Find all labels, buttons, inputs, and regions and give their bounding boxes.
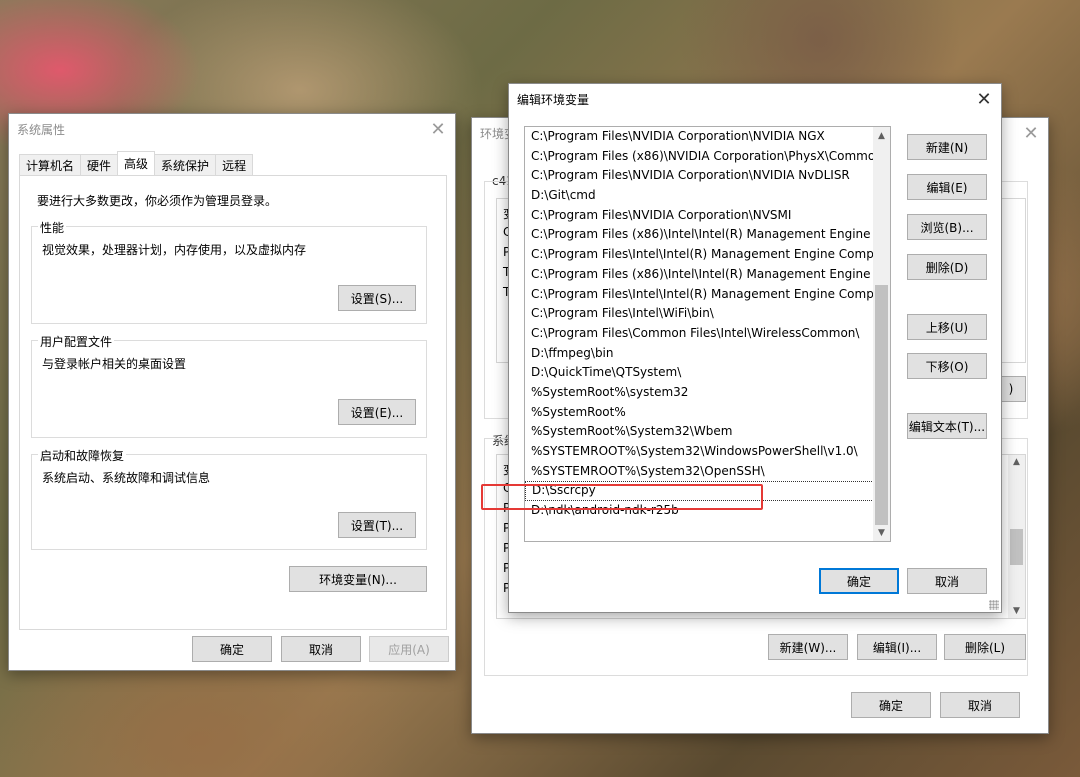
path-list-item[interactable]: C:\Program Files\NVIDIA Corporation\NVID…: [525, 166, 874, 186]
window-title: 系统属性: [17, 122, 66, 137]
path-list[interactable]: C:\Program Files\NVIDIA Corporation\NVID…: [524, 126, 891, 542]
chevron-up-icon[interactable]: ▲: [873, 127, 890, 144]
path-list-item[interactable]: %SYSTEMROOT%\System32\WindowsPowerShell\…: [525, 442, 874, 462]
group-description: 系统启动、系统故障和调试信息: [42, 471, 211, 485]
ok-button[interactable]: 确定: [851, 692, 931, 718]
group-title: 启动和故障恢复: [38, 447, 127, 464]
close-icon[interactable]: ✕: [1014, 119, 1048, 147]
ok-button[interactable]: 确定: [819, 568, 899, 594]
system-delete-button[interactable]: 删除(L): [944, 634, 1026, 660]
system-properties-window: 系统属性 ✕ 计算机名 硬件 高级 系统保护 远程 要进行大多数更改，你必须作为…: [8, 113, 456, 671]
cancel-button[interactable]: 取消: [907, 568, 987, 594]
tab-remote[interactable]: 远程: [215, 154, 254, 175]
resize-grip-icon[interactable]: [989, 600, 999, 610]
performance-group: 性能 视觉效果，处理器计划，内存使用，以及虚拟内存 设置(S)...: [31, 219, 427, 324]
scrollbar-thumb[interactable]: [875, 285, 888, 525]
scrollbar[interactable]: ▲ ▼: [1008, 455, 1025, 618]
path-list-scrollbar[interactable]: ▲ ▼: [873, 127, 890, 541]
group-title: 用户配置文件: [38, 333, 115, 350]
chevron-down-icon[interactable]: ▼: [873, 524, 890, 541]
path-items: C:\Program Files\NVIDIA Corporation\NVID…: [525, 127, 874, 521]
group-title: 性能: [38, 219, 67, 236]
chevron-up-icon[interactable]: ▲: [1008, 457, 1025, 467]
startup-recovery-group: 启动和故障恢复 系统启动、系统故障和调试信息 设置(T)...: [31, 447, 427, 550]
system-edit-button[interactable]: 编辑(I)...: [857, 634, 937, 660]
path-list-item[interactable]: %SystemRoot%\system32: [525, 383, 874, 403]
group-description: 与登录帐户相关的桌面设置: [42, 357, 187, 371]
chevron-down-icon[interactable]: ▼: [1008, 606, 1025, 616]
path-list-item[interactable]: C:\Program Files (x86)\Intel\Intel(R) Ma…: [525, 265, 874, 285]
delete-path-button[interactable]: 删除(D): [907, 254, 987, 280]
path-list-item[interactable]: C:\Program Files\Intel\Intel(R) Manageme…: [525, 245, 874, 265]
path-list-item[interactable]: D:\QuickTime\QTSystem\: [525, 363, 874, 383]
cancel-button[interactable]: 取消: [281, 636, 361, 662]
path-list-item[interactable]: C:\Program Files\Intel\Intel(R) Manageme…: [525, 285, 874, 305]
startup-settings-button[interactable]: 设置(T)...: [338, 512, 416, 538]
ok-button[interactable]: 确定: [192, 636, 272, 662]
window-title: 编辑环境变量: [517, 92, 590, 107]
highlight-annotation: [481, 484, 763, 510]
admin-note: 要进行大多数更改，你必须作为管理员登录。: [37, 194, 278, 208]
path-list-item[interactable]: C:\Program Files (x86)\NVIDIA Corporatio…: [525, 147, 874, 167]
cancel-button[interactable]: 取消: [940, 692, 1020, 718]
new-path-button[interactable]: 新建(N): [907, 134, 987, 160]
path-list-item[interactable]: %SystemRoot%: [525, 403, 874, 423]
path-list-item[interactable]: %SYSTEMROOT%\System32\OpenSSH\: [525, 462, 874, 482]
path-list-item[interactable]: D:\Git\cmd: [525, 186, 874, 206]
scrollbar-thumb[interactable]: [1010, 529, 1023, 565]
group-description: 视觉效果，处理器计划，内存使用，以及虚拟内存: [42, 243, 307, 257]
apply-button: 应用(A): [369, 636, 449, 662]
path-list-item[interactable]: C:\Program Files\NVIDIA Corporation\NVSM…: [525, 206, 874, 226]
profile-settings-button[interactable]: 设置(E)...: [338, 399, 416, 425]
path-list-item[interactable]: D:\ffmpeg\bin: [525, 344, 874, 364]
environment-variables-button[interactable]: 环境变量(N)...: [289, 566, 427, 592]
tab-system-protection[interactable]: 系统保护: [154, 154, 217, 175]
path-list-item[interactable]: C:\Program Files\Common Files\Intel\Wire…: [525, 324, 874, 344]
edit-path-button[interactable]: 编辑(E): [907, 174, 987, 200]
tab-strip: 计算机名 硬件 高级 系统保护 远程: [19, 151, 254, 175]
system-new-button[interactable]: 新建(W)...: [768, 634, 848, 660]
move-up-button[interactable]: 上移(U): [907, 314, 987, 340]
browse-button[interactable]: 浏览(B)...: [907, 214, 987, 240]
user-profiles-group: 用户配置文件 与登录帐户相关的桌面设置 设置(E)...: [31, 333, 427, 438]
edit-env-titlebar[interactable]: 编辑环境变量 ✕: [509, 84, 1001, 114]
path-list-item[interactable]: C:\Program Files\NVIDIA Corporation\NVID…: [525, 127, 874, 147]
system-properties-titlebar[interactable]: 系统属性 ✕: [9, 114, 455, 144]
performance-settings-button[interactable]: 设置(S)...: [338, 285, 416, 311]
edit-environment-variable-window: 编辑环境变量 ✕ C:\Program Files\NVIDIA Corpora…: [508, 83, 1002, 613]
edit-text-button[interactable]: 编辑文本(T)...: [907, 413, 987, 439]
tab-computer-name[interactable]: 计算机名: [19, 154, 82, 175]
path-list-item[interactable]: C:\Program Files\Intel\WiFi\bin\: [525, 304, 874, 324]
tab-advanced[interactable]: 高级: [117, 151, 156, 175]
close-icon[interactable]: ✕: [967, 85, 1001, 113]
close-icon[interactable]: ✕: [421, 115, 455, 143]
path-list-item[interactable]: C:\Program Files (x86)\Intel\Intel(R) Ma…: [525, 225, 874, 245]
path-list-item[interactable]: %SystemRoot%\System32\Wbem: [525, 422, 874, 442]
move-down-button[interactable]: 下移(O): [907, 353, 987, 379]
tab-hardware[interactable]: 硬件: [80, 154, 119, 175]
